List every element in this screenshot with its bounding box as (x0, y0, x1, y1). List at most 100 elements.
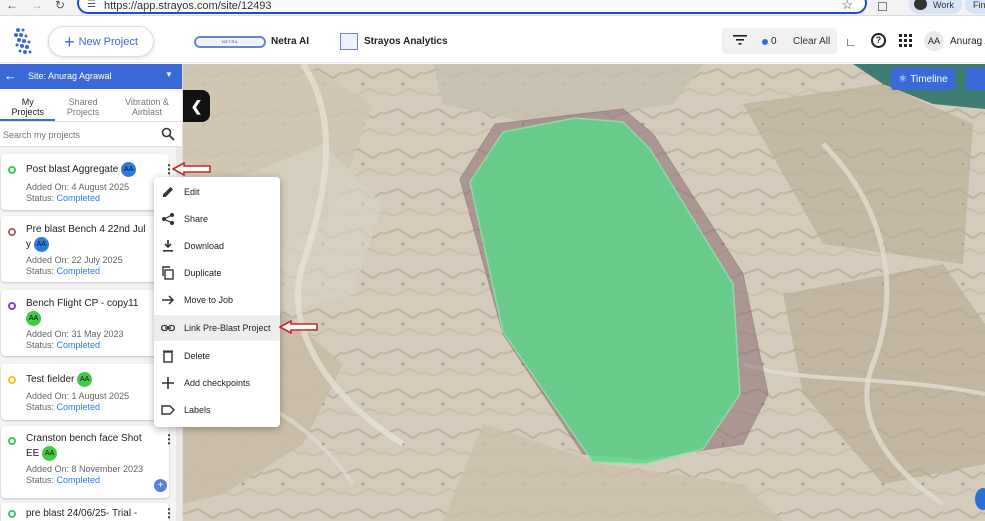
reload-icon[interactable]: ↻ (55, 0, 65, 11)
menu-item-download[interactable]: Download (154, 233, 280, 259)
strayos-logo-icon[interactable] (10, 27, 34, 55)
search-icon[interactable] (161, 127, 175, 141)
netra-logo-icon[interactable]: NETRA (194, 36, 266, 48)
timeline-button[interactable]: ⚛ Timeline (891, 68, 955, 90)
owner-avatar: AA (26, 311, 41, 326)
back-arrow-icon[interactable]: ← (4, 68, 17, 83)
menu-label: Duplicate (184, 268, 222, 278)
more-options-icon[interactable]: ⋮ (163, 507, 175, 519)
status-prefix: Status: (26, 475, 57, 485)
browser-extra-button[interactable]: Fini (965, 0, 985, 14)
back-icon[interactable]: ← (6, 0, 18, 11)
help-icon[interactable]: ? (871, 33, 886, 48)
tab-label: Vibration & (125, 97, 169, 107)
added-date: Added On: 8 November 2023 (26, 464, 144, 474)
search-input[interactable] (3, 127, 153, 143)
status-value: Completed (56, 475, 101, 485)
menu-item-share[interactable]: Share (154, 206, 280, 232)
annotation-arrow (279, 320, 318, 334)
status-prefix: Status: (26, 266, 57, 276)
project-title: pre blast 24/06/25- Trial - (26, 507, 161, 521)
menu-label: Delete (184, 351, 211, 361)
site-selector[interactable]: ← Site: Anurag Agrawal ▼ (0, 64, 182, 89)
map-view[interactable] (183, 64, 985, 521)
added-date: Added On: 1 August 2025 (26, 391, 130, 401)
analytics-icon[interactable] (340, 33, 358, 50)
bookmark-star-icon[interactable]: ☆ (841, 0, 853, 13)
share-icon (162, 213, 174, 225)
clear-all-button[interactable]: Clear All (793, 36, 830, 47)
list-item[interactable]: pre blast 24/06/25- Trial - ⋮ (1, 503, 175, 521)
project-title: Test fielder AA (26, 372, 161, 387)
project-meta: Added On: 4 August 2025 Status: Complete… (26, 182, 129, 204)
plus-icon (162, 377, 174, 389)
menu-item-link-pre-blast[interactable]: Link Pre-Blast Project (154, 315, 280, 341)
project-title: Cranston bench face Shot EE AA (26, 432, 161, 461)
menu-label: Edit (184, 187, 200, 197)
status-dot (8, 166, 16, 174)
project-title-text: EE (26, 448, 40, 460)
menu-item-labels[interactable]: Labels (154, 397, 280, 423)
new-project-label: New Project (78, 35, 138, 48)
project-title: Bench Flight CP - copy11 AA (26, 297, 161, 326)
menu-item-add-checkpoints[interactable]: Add checkpoints (154, 370, 280, 396)
site-name: Site: Anurag Agrawal (28, 71, 112, 81)
chat-button[interactable] (975, 488, 985, 510)
profile-button[interactable]: Work (909, 0, 962, 14)
status-dot (8, 228, 16, 236)
more-options-icon[interactable]: ⋮ (163, 433, 175, 445)
filter-icon[interactable] (733, 35, 747, 45)
menu-item-move-to-job[interactable]: Move to Job (154, 287, 280, 313)
measure-icon[interactable]: ∟ (845, 35, 857, 49)
strayos-analytics-link[interactable]: Strayos Analytics (364, 36, 448, 47)
project-title-text: Bench Flight CP - copy11 (26, 298, 139, 309)
satellite-imagery (183, 64, 985, 521)
menu-label: Link Pre-Blast Project (184, 323, 271, 333)
user-avatar[interactable]: AA (924, 31, 944, 51)
tab-label: Projects (11, 107, 44, 117)
caret-down-icon[interactable]: ▼ (165, 70, 173, 79)
address-bar[interactable]: ☰ https://app.strayos.com/site/12493 ☆ (77, 0, 867, 14)
status-line: Status: Completed (26, 475, 143, 486)
arrow-right-icon (162, 295, 175, 305)
download-icon (163, 240, 173, 252)
status-dot (8, 376, 16, 384)
status-value: Completed (56, 193, 101, 203)
menu-item-edit[interactable]: Edit (154, 179, 280, 205)
list-item[interactable]: Cranston bench face Shot EE AA Added On:… (1, 426, 175, 498)
browser-toolbar: ← → ↻ ☰ https://app.strayos.com/site/124… (0, 0, 985, 16)
search-bar (0, 122, 182, 147)
netra-ai-link[interactable]: Netra AI (271, 36, 309, 47)
added-date: Added On: 22 July 2025 (26, 255, 123, 265)
label-icon (161, 405, 175, 415)
pencil-icon (163, 187, 173, 197)
trash-icon (163, 350, 173, 363)
list-item[interactable]: Post blast Aggregate AA Added On: 4 Augu… (1, 154, 175, 210)
project-meta: Added On: 31 May 2023 Status: Completed (26, 329, 124, 351)
status-value: Completed (56, 402, 101, 412)
tab-label: My (21, 97, 34, 107)
site-info-icon[interactable]: ☰ (87, 0, 96, 10)
status-dot (8, 302, 16, 310)
tab-vibration-airblast[interactable]: Vibration & Airblast (111, 89, 182, 121)
project-title-text: Pre blast Bench 4 22nd Jul (26, 224, 146, 235)
project-meta: Added On: 8 November 2023 Status: Comple… (26, 464, 143, 486)
tab-shared-projects[interactable]: Shared Projects (55, 89, 110, 121)
collapse-sidebar-button[interactable]: ❮ (183, 90, 210, 122)
list-item[interactable]: Test fielder AA Added On: 1 August 2025 … (1, 364, 169, 420)
list-item[interactable]: Pre blast Bench 4 22nd Jul y AA Added On… (1, 216, 169, 282)
tab-my-projects[interactable]: My Projects (0, 89, 56, 121)
extensions-icon[interactable]: ☐ (877, 0, 888, 14)
apps-grid-icon[interactable] (899, 34, 912, 47)
new-project-button[interactable]: + New Project (48, 26, 154, 57)
profile-label: Work (933, 0, 954, 10)
forward-icon[interactable]: → (31, 0, 43, 11)
menu-item-delete[interactable]: Delete (154, 343, 280, 369)
duplicate-icon (162, 266, 174, 280)
list-item[interactable]: Bench Flight CP - copy11 AA Added On: 31… (1, 290, 169, 356)
user-name[interactable]: Anurag A (950, 36, 985, 47)
layers-button[interactable] (966, 68, 985, 90)
menu-item-duplicate[interactable]: Duplicate (154, 260, 280, 286)
status-value: Completed (56, 340, 101, 350)
add-button[interactable]: + (154, 479, 167, 492)
